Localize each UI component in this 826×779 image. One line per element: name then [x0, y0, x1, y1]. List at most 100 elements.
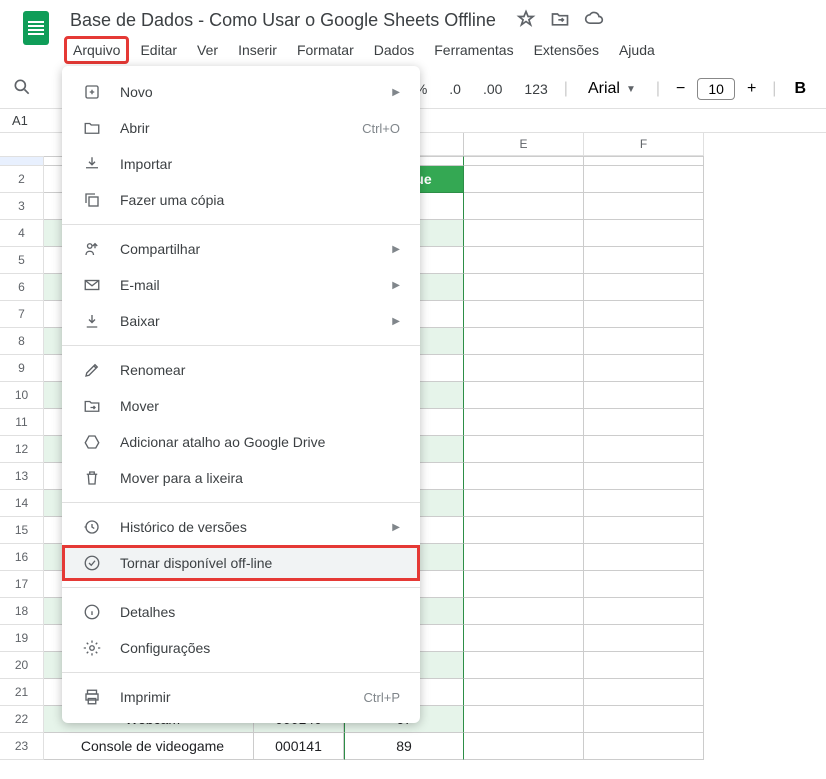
menubar-item-extensões[interactable]: Extensões — [525, 36, 608, 64]
row-header-12[interactable]: 12 — [0, 436, 44, 463]
cell[interactable] — [584, 382, 704, 409]
cell[interactable] — [584, 328, 704, 355]
cell[interactable] — [464, 193, 584, 220]
menu-item-detalhes[interactable]: Detalhes — [62, 594, 420, 630]
cell[interactable] — [584, 490, 704, 517]
column-header-E[interactable]: E — [464, 133, 584, 156]
cell[interactable] — [584, 571, 704, 598]
menu-item-fazer-uma-cópia[interactable]: Fazer uma cópia — [62, 182, 420, 218]
bold-button[interactable]: B — [786, 80, 814, 98]
font-size-input[interactable]: 10 — [697, 78, 735, 100]
increase-decimal-button[interactable]: .00 — [477, 77, 508, 101]
menubar-item-formatar[interactable]: Formatar — [288, 36, 363, 64]
cell[interactable] — [584, 247, 704, 274]
cell[interactable] — [584, 544, 704, 571]
menu-item-configurações[interactable]: Configurações — [62, 630, 420, 666]
sheets-logo[interactable] — [16, 8, 56, 48]
cell[interactable] — [584, 733, 704, 760]
row-header-18[interactable]: 18 — [0, 598, 44, 625]
cell[interactable] — [464, 409, 584, 436]
menu-item-imprimir[interactable]: ImprimirCtrl+P — [62, 679, 420, 715]
menubar-item-ver[interactable]: Ver — [188, 36, 227, 64]
menubar-item-dados[interactable]: Dados — [365, 36, 423, 64]
menu-item-adicionar-atalho-ao-google-drive[interactable]: Adicionar atalho ao Google Drive — [62, 424, 420, 460]
cell[interactable] — [464, 733, 584, 760]
cell[interactable] — [464, 652, 584, 679]
cell[interactable]: 89 — [344, 733, 464, 760]
row-header-2[interactable]: 2 — [0, 166, 44, 193]
row-header-7[interactable]: 7 — [0, 301, 44, 328]
cell[interactable] — [464, 571, 584, 598]
star-icon[interactable] — [516, 9, 536, 34]
menubar-item-ajuda[interactable]: Ajuda — [610, 36, 664, 64]
cell[interactable] — [464, 679, 584, 706]
row-header-20[interactable]: 20 — [0, 652, 44, 679]
cell[interactable] — [464, 328, 584, 355]
cell[interactable] — [464, 355, 584, 382]
menu-item-histórico-de-versões[interactable]: Histórico de versões▶ — [62, 509, 420, 545]
menu-item-tornar-disponível-off-line[interactable]: Tornar disponível off-line — [62, 545, 420, 581]
row-header-13[interactable]: 13 — [0, 463, 44, 490]
row-header-6[interactable]: 6 — [0, 274, 44, 301]
cell[interactable] — [464, 156, 584, 166]
row-header-10[interactable]: 10 — [0, 382, 44, 409]
cell[interactable] — [464, 625, 584, 652]
cell[interactable] — [584, 193, 704, 220]
cell[interactable] — [464, 382, 584, 409]
cell[interactable] — [584, 355, 704, 382]
row-header-23[interactable]: 23 — [0, 733, 44, 760]
menu-item-abrir[interactable]: AbrirCtrl+O — [62, 110, 420, 146]
cell[interactable] — [584, 156, 704, 166]
cell[interactable] — [584, 166, 704, 193]
cell[interactable] — [464, 517, 584, 544]
cell[interactable] — [584, 409, 704, 436]
row-header-11[interactable]: 11 — [0, 409, 44, 436]
cell[interactable] — [584, 625, 704, 652]
menu-item-baixar[interactable]: Baixar▶ — [62, 303, 420, 339]
cell[interactable] — [464, 706, 584, 733]
cell[interactable] — [584, 463, 704, 490]
menu-item-e-mail[interactable]: E-mail▶ — [62, 267, 420, 303]
search-icon[interactable] — [12, 77, 32, 102]
row-header-16[interactable]: 16 — [0, 544, 44, 571]
cell[interactable] — [464, 220, 584, 247]
decrease-decimal-button[interactable]: .0 — [443, 77, 467, 101]
menu-item-mover[interactable]: Mover — [62, 388, 420, 424]
cell[interactable] — [464, 247, 584, 274]
cell[interactable] — [464, 463, 584, 490]
move-to-folder-icon[interactable] — [550, 9, 570, 34]
menu-item-novo[interactable]: Novo▶ — [62, 74, 420, 110]
cell[interactable] — [584, 517, 704, 544]
row-header-21[interactable]: 21 — [0, 679, 44, 706]
row-header-22[interactable]: 22 — [0, 706, 44, 733]
row-header-1[interactable] — [0, 156, 44, 166]
cell[interactable] — [584, 706, 704, 733]
menu-item-renomear[interactable]: Renomear — [62, 352, 420, 388]
cell[interactable] — [584, 679, 704, 706]
cell[interactable]: 000141 — [254, 733, 344, 760]
row-header-5[interactable]: 5 — [0, 247, 44, 274]
row-header-14[interactable]: 14 — [0, 490, 44, 517]
decrease-font-size-button[interactable]: − — [670, 76, 691, 102]
menubar-item-ferramentas[interactable]: Ferramentas — [425, 36, 522, 64]
menubar-item-inserir[interactable]: Inserir — [229, 36, 286, 64]
menu-item-importar[interactable]: Importar — [62, 146, 420, 182]
column-header-F[interactable]: F — [584, 133, 704, 156]
row-header-19[interactable]: 19 — [0, 625, 44, 652]
menu-item-mover-para-a-lixeira[interactable]: Mover para a lixeira — [62, 460, 420, 496]
cell[interactable] — [464, 166, 584, 193]
row-header-8[interactable]: 8 — [0, 328, 44, 355]
cell[interactable] — [584, 301, 704, 328]
cell[interactable] — [464, 274, 584, 301]
menu-item-compartilhar[interactable]: Compartilhar▶ — [62, 231, 420, 267]
cloud-status-icon[interactable] — [584, 9, 604, 34]
menubar-item-editar[interactable]: Editar — [131, 36, 186, 64]
cell[interactable] — [584, 274, 704, 301]
cell[interactable] — [464, 598, 584, 625]
cell[interactable] — [584, 598, 704, 625]
cell[interactable]: Console de videogame — [44, 733, 254, 760]
row-header-4[interactable]: 4 — [0, 220, 44, 247]
doc-title[interactable]: Base de Dados - Como Usar o Google Sheet… — [64, 8, 502, 33]
row-header-17[interactable]: 17 — [0, 571, 44, 598]
increase-font-size-button[interactable]: + — [741, 76, 762, 102]
